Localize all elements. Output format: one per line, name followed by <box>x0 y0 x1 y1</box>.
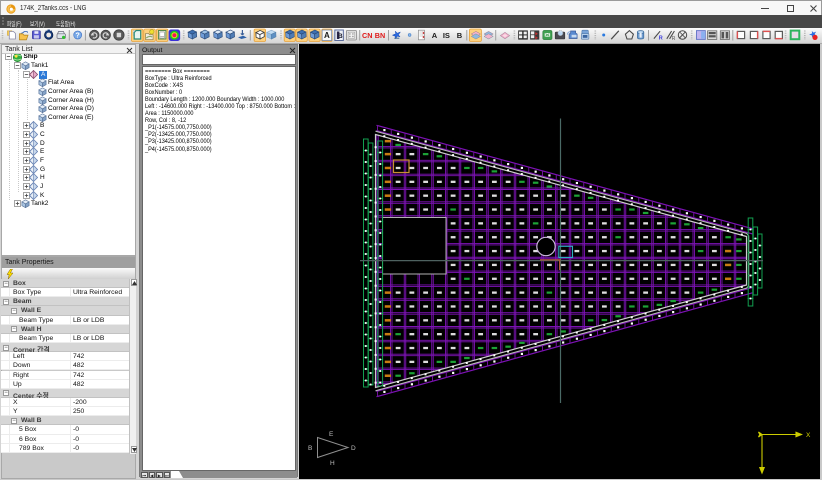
svg-text:R: R <box>659 36 663 42</box>
svg-text:B: B <box>338 33 343 40</box>
svg-text:?: ? <box>76 33 80 40</box>
svg-text:B: B <box>308 445 312 452</box>
svg-text:R: R <box>672 36 676 42</box>
svg-text:D: D <box>351 445 356 452</box>
svg-text:IS: IS <box>443 31 450 40</box>
svg-text:A: A <box>432 31 438 40</box>
svg-text:E: E <box>329 431 334 438</box>
svg-text:A: A <box>324 31 330 40</box>
svg-text:CN: CN <box>362 31 372 40</box>
svg-text:X: X <box>806 432 811 439</box>
svg-text:B: B <box>457 31 463 40</box>
svg-text:BN: BN <box>375 31 385 40</box>
svg-text:H: H <box>330 460 335 467</box>
